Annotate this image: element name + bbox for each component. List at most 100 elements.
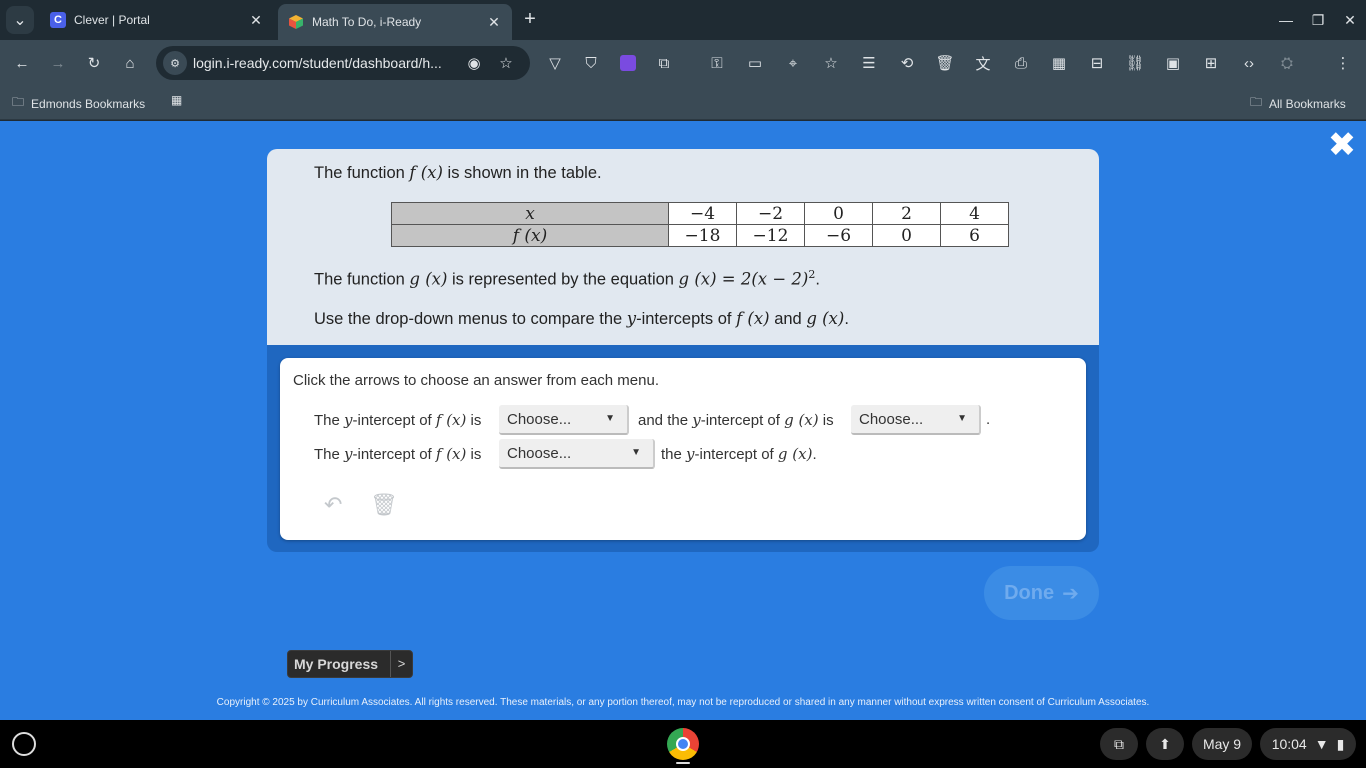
minimize-icon[interactable]: —: [1272, 6, 1300, 34]
line1-text: The y-intercept of f (x) is: [314, 411, 481, 429]
translate-icon[interactable]: 文: [970, 50, 996, 76]
tote-icon[interactable]: ⧉: [1100, 728, 1138, 760]
done-label: Done: [1004, 581, 1055, 604]
extension-purple-icon[interactable]: [615, 50, 641, 76]
my-progress-button[interactable]: My Progress >: [287, 650, 413, 678]
problem-panel: The function f (x) is shown in the table…: [267, 149, 1099, 345]
dropdown-value: Choose...: [507, 445, 572, 462]
close-icon[interactable]: ✕: [248, 12, 264, 29]
chrome-icon[interactable]: [667, 728, 699, 760]
clever-favicon: C: [50, 12, 66, 28]
answer-prompt: Click the arrows to choose an answer fro…: [293, 372, 659, 389]
table-cell: −18: [668, 224, 737, 247]
dropdown-fx-intercept[interactable]: Choose... ▼: [499, 405, 629, 435]
y-math: y: [344, 411, 353, 429]
new-tab-button[interactable]: +: [518, 8, 542, 32]
download-icon[interactable]: ⬆: [1146, 728, 1184, 760]
cast-icon[interactable]: ▣: [1160, 50, 1186, 76]
incognito-icon[interactable]: ⛭: [1274, 50, 1300, 76]
table-cell: 0: [872, 224, 941, 247]
key-icon[interactable]: ⚿: [704, 50, 730, 76]
dropdown-comparison[interactable]: Choose... ▼: [499, 439, 655, 469]
puzzle-icon[interactable]: ⧉: [651, 50, 677, 76]
chevron-down-icon: ⌄: [13, 12, 27, 29]
table-cell: 2: [872, 202, 941, 225]
site-info-icon[interactable]: ⚙: [163, 51, 187, 75]
tab-title: Math To Do, i-Ready: [312, 15, 422, 29]
browser-toolbar: ← → ↻ ⌂ ⚙ login.i-ready.com/student/dash…: [0, 40, 1366, 86]
fx-math: f (x): [736, 309, 770, 328]
bookmark-star-icon[interactable]: ☆: [818, 50, 844, 76]
reader-mode-icon[interactable]: ⊟: [1084, 50, 1110, 76]
star-icon[interactable]: ☆: [493, 50, 519, 76]
dropdown-value: Choose...: [507, 411, 572, 428]
wifi-icon: ▼: [1314, 736, 1329, 752]
back-icon[interactable]: ←: [9, 50, 35, 76]
reload-icon[interactable]: ↻: [81, 50, 107, 76]
dropdown-gx-intercept[interactable]: Choose... ▼: [851, 405, 981, 435]
table-cell: 4: [940, 202, 1009, 225]
done-button[interactable]: Done ➔: [984, 566, 1099, 620]
tab-search-button[interactable]: ⌄: [6, 6, 34, 34]
answer-panel: Click the arrows to choose an answer fro…: [267, 345, 1099, 552]
caret-down-icon: ▼: [631, 447, 641, 458]
text: The function: [314, 270, 410, 289]
close-icon[interactable]: ✕: [486, 14, 502, 31]
location-icon[interactable]: ⌖: [780, 50, 806, 76]
text: .: [844, 310, 849, 328]
time-text: 10:04: [1271, 736, 1307, 752]
shield-outline-icon[interactable]: ▽: [542, 50, 568, 76]
history-icon[interactable]: ⟲: [894, 50, 920, 76]
table-cell: −12: [736, 224, 805, 247]
trash-icon[interactable]: 🗑: [932, 50, 958, 76]
eye-icon[interactable]: ◉: [461, 50, 487, 76]
restore-icon[interactable]: ❐: [1304, 6, 1332, 34]
text: and the: [638, 412, 693, 429]
battery-icon: ▮: [1336, 735, 1345, 752]
text: and: [769, 310, 807, 328]
close-icon[interactable]: ✖: [1327, 128, 1357, 162]
address-bar[interactable]: ⚙ login.i-ready.com/student/dashboard/h.…: [156, 46, 530, 80]
shield-icon[interactable]: ⛉: [578, 50, 604, 76]
credit-card-icon[interactable]: ▭: [742, 50, 768, 76]
text: -intercepts of: [636, 310, 737, 328]
function-table: x −4 −2 0 2 4 f (x) −18 −12 −6 0 6: [391, 202, 1009, 247]
folder-icon: 🗀: [1250, 95, 1263, 109]
caret-down-icon: ▼: [957, 413, 967, 424]
reading-list-icon[interactable]: ☰: [856, 50, 882, 76]
code-icon[interactable]: ‹›: [1236, 50, 1262, 76]
text: Use the drop-down menus to compare the: [314, 310, 627, 328]
table-cell: −4: [668, 202, 737, 225]
date-pill[interactable]: May 9: [1192, 728, 1252, 760]
text: The: [314, 412, 345, 429]
url-text: login.i-ready.com/student/dashboard/h...: [193, 55, 442, 71]
qr-code-icon[interactable]: ▦: [1046, 50, 1072, 76]
text: .: [812, 446, 817, 463]
launcher-icon[interactable]: [12, 732, 36, 756]
apps-grid-icon[interactable]: ▦: [171, 93, 182, 107]
forward-icon[interactable]: →: [45, 50, 71, 76]
undo-icon[interactable]: ↶: [324, 492, 342, 518]
line1-mid-text: and the y-intercept of g (x) is: [638, 411, 834, 429]
table-icon[interactable]: ⊞: [1198, 50, 1224, 76]
text: -intercept of: [352, 446, 436, 463]
progress-arrow: >: [390, 651, 412, 677]
status-tray[interactable]: 10:04 ▼ ▮: [1260, 728, 1356, 760]
print-icon[interactable]: ⎙: [1008, 50, 1034, 76]
text: the: [661, 446, 687, 463]
more-menu-icon[interactable]: ⋮: [1330, 50, 1356, 76]
y-math: y: [686, 445, 695, 463]
tab-clever[interactable]: C Clever | Portal ✕: [40, 4, 274, 36]
close-window-icon[interactable]: ✕: [1336, 6, 1364, 34]
y-math: y: [692, 411, 701, 429]
trash-icon[interactable]: 🗑: [370, 492, 398, 518]
bookmark-folder-edmonds[interactable]: 🗀 Edmonds Bookmarks: [12, 93, 145, 114]
g-equation: g (x) = 2(x − 2): [678, 269, 809, 289]
all-bookmarks[interactable]: 🗀 All Bookmarks: [1250, 93, 1346, 114]
gx-math: g (x): [777, 445, 813, 463]
my-progress-label: My Progress: [294, 656, 379, 672]
link-icon[interactable]: ⛓: [1122, 50, 1148, 76]
tab-iready[interactable]: Math To Do, i-Ready ✕: [278, 4, 512, 40]
home-icon[interactable]: ⌂: [117, 50, 143, 76]
text: The: [314, 446, 345, 463]
